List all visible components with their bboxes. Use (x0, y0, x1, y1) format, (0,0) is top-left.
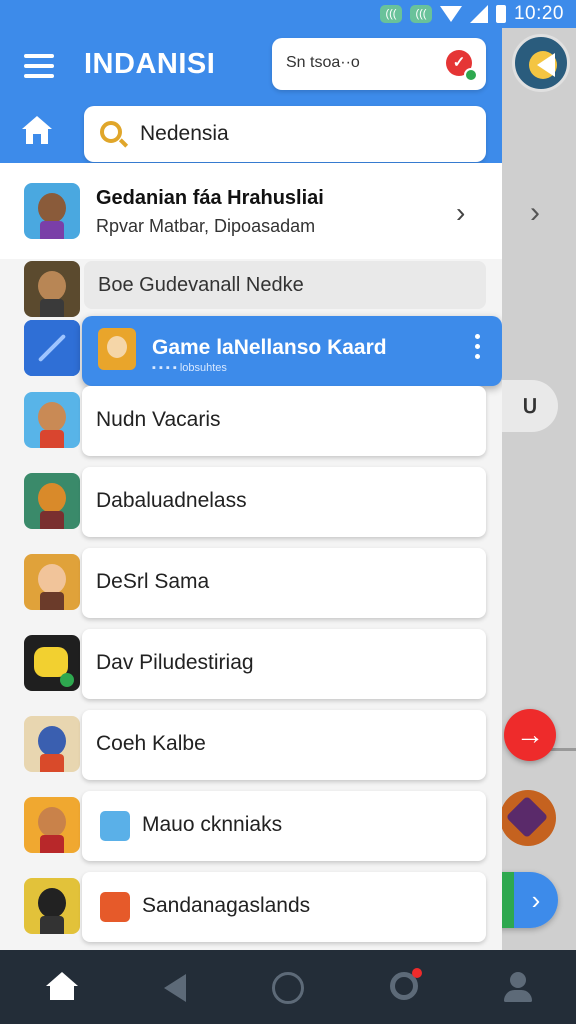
status-bar: ((( ((( 10:20 (0, 0, 576, 28)
soldier-avatar-icon (24, 261, 80, 317)
list-item[interactable]: DeSrl Sama (82, 548, 486, 618)
header-chip-label: Sn tsoa··o (286, 54, 360, 71)
game-thumbnail-button[interactable] (500, 790, 556, 846)
status-chip-2: ((( (409, 5, 432, 23)
ninja-avatar-icon (24, 878, 80, 934)
play-triangle-icon (537, 53, 555, 77)
game-hero-icon (24, 183, 80, 239)
drawer-header: INDANISI Sn tsoa··o ✓ (0, 28, 502, 163)
app-title: INDANISI (84, 48, 216, 80)
lego-head-icon (24, 635, 80, 691)
wizard-avatar-icon (24, 716, 80, 772)
mini-game-icon (100, 811, 130, 841)
forward-arrow-button[interactable]: → (504, 709, 556, 761)
list-item-label: Coeh Kalbe (96, 732, 206, 755)
list-item[interactable]: Dabaluadnelass (82, 467, 486, 537)
list-item-label: DeSrl Sama (96, 570, 210, 593)
more-options-icon[interactable] (475, 334, 480, 359)
online-dot-icon (464, 68, 478, 82)
list-item[interactable]: Boe Gudevanall Nedke (84, 261, 486, 309)
warrior-avatar-icon (24, 392, 80, 448)
list-item-label: Dav Piludestiriag (96, 651, 254, 674)
selected-item-title: Game laNellanso Kaard (152, 336, 387, 359)
notification-dot-icon (412, 968, 422, 978)
status-time: 10:20 (513, 3, 564, 24)
dragon-game-icon (24, 473, 80, 529)
status-icons: ((( ((( 10:20 (379, 3, 564, 25)
character-avatar-icon (24, 797, 80, 853)
controller-pill-button[interactable]: ᑌ (502, 380, 558, 432)
selected-list-item[interactable]: Game laNellanso Kaard ▪ ▪ ▪ ▪ lobsuhtes (82, 316, 502, 386)
list-item[interactable]: Mauo cknniaks (82, 791, 486, 861)
chevron-right-icon[interactable]: › (530, 196, 540, 230)
navigation-drawer: INDANISI Sn tsoa··o ✓ Gedanian fáa Hrahu… (0, 28, 502, 950)
featured-row[interactable]: Gedanian fáa Hrahusliai Rpvar Matbar, Di… (0, 163, 502, 259)
list-item-label: Mauo cknniaks (142, 813, 283, 836)
nav-home-icon[interactable] (42, 968, 82, 1008)
chevron-right-icon[interactable]: › (456, 197, 465, 229)
list-item-label: Dabaluadnelass (96, 489, 247, 512)
battery-icon (495, 5, 506, 23)
heroine-avatar-icon (24, 554, 80, 610)
list-item-label: Sandanagaslands (142, 894, 311, 917)
list-item[interactable]: Dav Piludestiriag (82, 629, 486, 699)
selected-item-subtitle: ▪ ▪ ▪ ▪ lobsuhtes (152, 362, 227, 374)
mini-ticket-icon (100, 892, 130, 922)
list-item[interactable]: Sandanagaslands (82, 872, 486, 942)
user-avatar[interactable] (512, 34, 570, 92)
list-item-label: Nudn Vacaris (96, 408, 221, 431)
list-item-label: Boe Gudevanall Nedke (98, 274, 304, 296)
sword-game-icon (24, 320, 80, 376)
nav-back-icon[interactable] (156, 968, 196, 1008)
list-item[interactable]: Nudn Vacaris (82, 386, 486, 456)
search-input[interactable] (140, 122, 470, 146)
header-chip[interactable]: Sn tsoa··o ✓ (272, 38, 486, 90)
nav-home-circle-icon[interactable] (272, 972, 304, 1004)
status-chip-1: ((( (379, 5, 402, 23)
nav-profile-icon[interactable] (498, 968, 538, 1008)
featured-subtitle: Rpvar Matbar, Dipoasadam (96, 216, 316, 236)
search-box[interactable] (84, 106, 486, 162)
list-item[interactable]: Coeh Kalbe (82, 710, 486, 780)
menu-icon[interactable] (24, 54, 54, 78)
game-character-icon (98, 328, 136, 370)
search-icon (100, 121, 122, 143)
signal-icon (469, 5, 488, 23)
nav-search-icon[interactable] (386, 968, 426, 1008)
bottom-navigation (0, 950, 576, 1024)
home-icon[interactable] (22, 116, 52, 146)
wifi-icon (439, 6, 462, 22)
featured-title: Gedanian fáa Hrahusliai (96, 187, 324, 209)
diamond-game-icon (505, 795, 549, 839)
